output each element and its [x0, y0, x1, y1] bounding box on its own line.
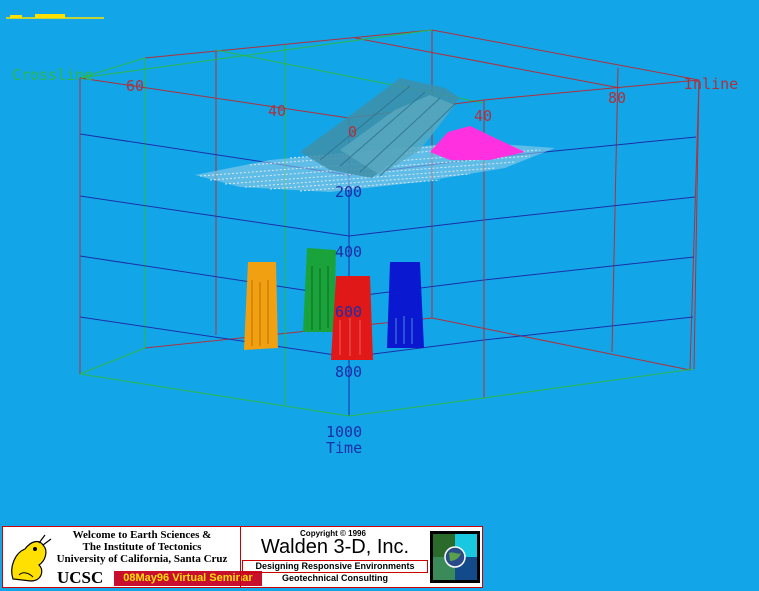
crossline-tick-0: 0 [348, 123, 357, 141]
welcome-text: Welcome to Earth Sciences & The Institut… [47, 529, 237, 565]
crossline-axis-label: Crossline [12, 66, 93, 84]
consulting-text: Geotechnical Consulting [281, 573, 388, 583]
welcome-line-1: Welcome to Earth Sciences & [72, 529, 212, 541]
inline-axis-label: Inline [684, 75, 738, 93]
inline-tick-40: 40 [474, 107, 492, 125]
seminar-banner[interactable]: Welcome to Earth Sciences & The Institut… [2, 526, 483, 588]
crossline-tick-60: 60 [126, 77, 144, 95]
company-name[interactable]: Walden 3-D, Inc. [243, 536, 427, 559]
time-tick-200: 200 [335, 183, 362, 201]
corner-widget-icon [6, 14, 104, 19]
magenta-body [430, 126, 525, 160]
welcome-line-2: The Institute of Tectonics [82, 541, 202, 553]
welcome-line-3: University of California, Santa Cruz [56, 553, 228, 565]
walden-logo-icon[interactable] [430, 531, 480, 583]
inline-tick-80: 80 [608, 89, 626, 107]
time-axis-label: Time [326, 439, 362, 457]
seismic-3d-scene[interactable]: Crossline Inline 40 80 60 40 0 200 400 6… [0, 0, 759, 520]
time-tick-800: 800 [335, 363, 362, 381]
company-tagline: Designing Responsive Environments [242, 560, 428, 573]
time-tick-600: 600 [335, 303, 362, 321]
body-blue [387, 262, 424, 348]
time-tick-400: 400 [335, 243, 362, 261]
ucsc-label: UCSC [57, 568, 104, 587]
crossline-tick-40: 40 [268, 102, 286, 120]
body-green [303, 248, 336, 332]
body-orange [244, 262, 278, 350]
banner-divider [240, 527, 241, 587]
